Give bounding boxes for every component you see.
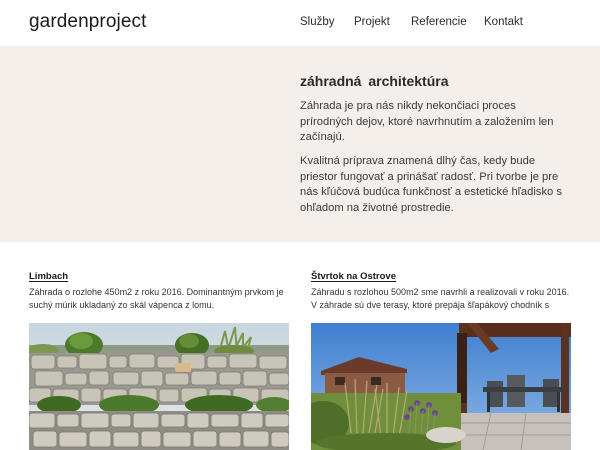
- stone-wall-illustration: [29, 323, 289, 450]
- project-photo-stone-wall[interactable]: [29, 323, 289, 450]
- hero-paragraph-1: Záhrada je pra nás nikdy nekončiaci proc…: [300, 100, 554, 143]
- nav-link-projekt[interactable]: Projekt: [354, 16, 390, 28]
- project-card-limbach: Limbach Záhrada o rozlohe 450m2 z roku 2…: [29, 271, 289, 450]
- project-photo-terrace[interactable]: [311, 323, 571, 450]
- project-description-stvrtok: Záhradu s rozlohou 500m2 sme navrhli a r…: [311, 287, 570, 313]
- project-title-limbach[interactable]: Limbach: [29, 271, 289, 282]
- terrace-garden-illustration: [311, 323, 571, 450]
- project-description-limbach: Záhrada o rozlohe 450m2 z roku 2016. Dom…: [29, 287, 284, 310]
- hero-section: záhradná architektúra Záhrada je pra nás…: [0, 46, 600, 242]
- main-nav: Služby Projekt Referencie Kontakt: [0, 16, 600, 32]
- project-card-stvrtok: Štvrtok na Ostrove Záhradu s rozlohou 50…: [311, 271, 571, 450]
- site-header: gardenproject Služby Projekt Referencie …: [0, 0, 600, 46]
- project-title-stvrtok[interactable]: Štvrtok na Ostrove: [311, 271, 571, 282]
- nav-link-referencie[interactable]: Referencie: [411, 16, 467, 28]
- nav-link-kontakt[interactable]: Kontakt: [484, 16, 523, 28]
- hero-title: záhradná architektúra: [300, 73, 449, 89]
- nav-link-sluzby[interactable]: Služby: [300, 16, 335, 28]
- hero-paragraph-2: Kvalitná príprava znamená dlhý čas, kedy…: [300, 155, 562, 214]
